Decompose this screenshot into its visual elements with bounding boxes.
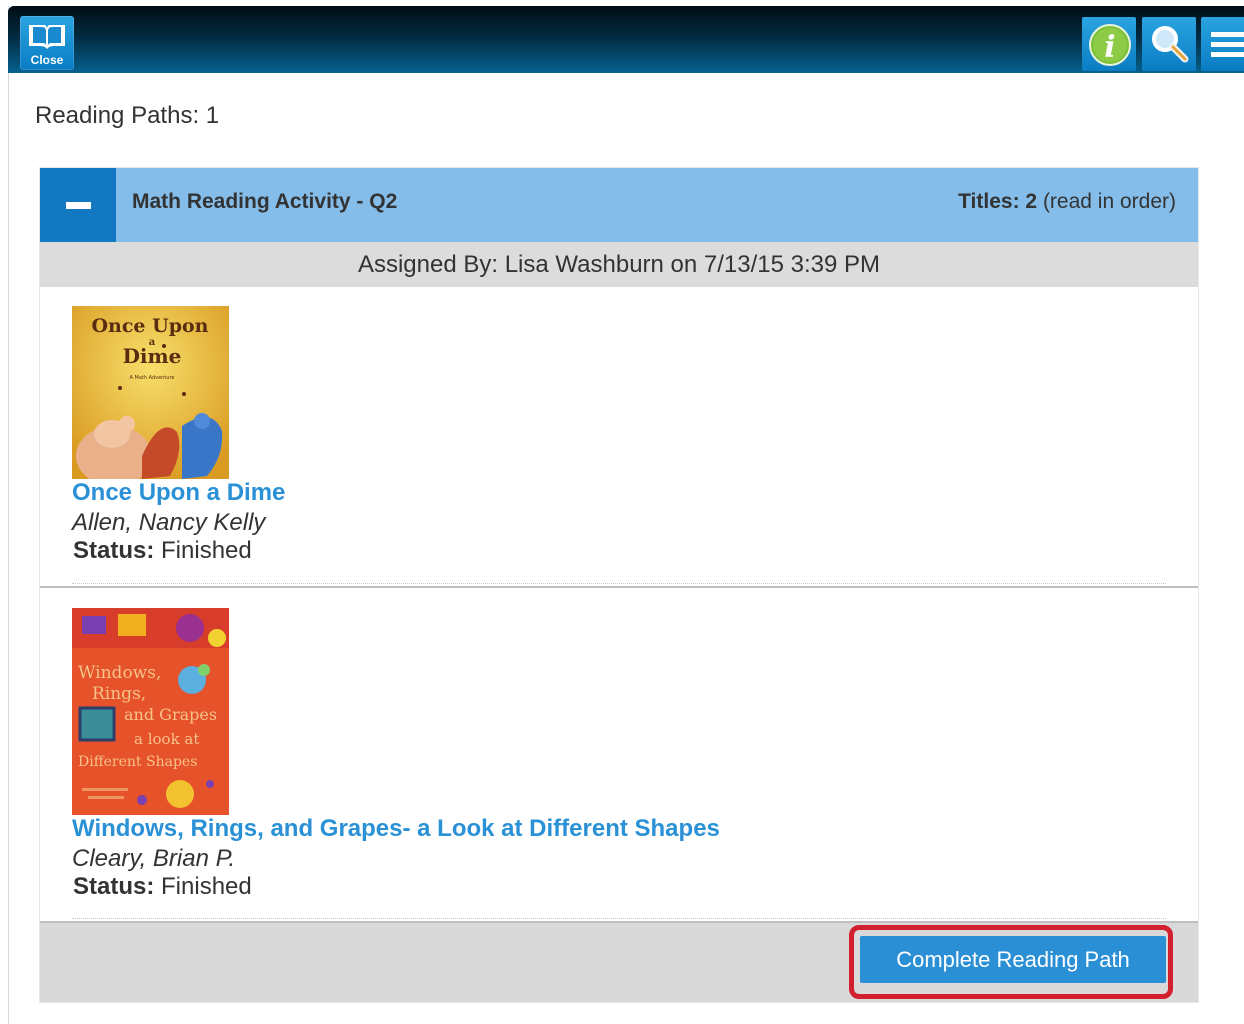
close-button[interactable]: Close bbox=[20, 16, 74, 70]
book-cover-art: Windows, Rings, and Grapes a look at Dif… bbox=[72, 608, 229, 815]
cover-line3: Dime bbox=[123, 344, 182, 368]
cover-line1: Windows, bbox=[78, 663, 161, 683]
book-close-icon bbox=[29, 25, 65, 49]
book-item: Windows, Rings, and Grapes a look at Dif… bbox=[40, 589, 1198, 924]
info-icon: i bbox=[1089, 24, 1131, 66]
status-label: Status: bbox=[73, 537, 155, 564]
book-cover[interactable]: Windows, Rings, and Grapes a look at Dif… bbox=[72, 608, 229, 815]
book-cover[interactable]: Once Upon a Dime A Math Adventure bbox=[72, 306, 229, 479]
cover-line3: and Grapes bbox=[124, 705, 217, 724]
menu-button[interactable] bbox=[1201, 17, 1244, 71]
search-icon bbox=[1152, 26, 1189, 63]
status-value: Finished bbox=[161, 873, 252, 900]
minus-icon bbox=[66, 202, 91, 209]
status-label: Status: bbox=[73, 873, 155, 900]
reading-path-header: Math Reading Activity - Q2 Titles: 2 (re… bbox=[40, 168, 1198, 242]
assigned-by: Assigned By: Lisa Washburn on 7/13/15 3:… bbox=[40, 242, 1198, 287]
cover-line5: Different Shapes bbox=[78, 754, 197, 770]
top-toolbar: Close i bbox=[8, 6, 1244, 73]
divider bbox=[40, 583, 1198, 588]
book-author: Cleary, Brian P. bbox=[72, 845, 236, 872]
book-status: Status: Finished bbox=[73, 873, 252, 901]
reading-path-footer: Complete Reading Path bbox=[40, 923, 1198, 1002]
book-title-link[interactable]: Windows, Rings, and Grapes- a Look at Di… bbox=[72, 815, 720, 843]
svg-text:i: i bbox=[1104, 30, 1115, 65]
reading-path-panel: Math Reading Activity - Q2 Titles: 2 (re… bbox=[40, 168, 1198, 1002]
reading-paths-count: Reading Paths: 1 bbox=[35, 102, 220, 129]
order-note: (read in order) bbox=[1042, 190, 1176, 213]
close-label: Close bbox=[30, 53, 64, 67]
book-cover-art: Once Upon a Dime A Math Adventure bbox=[72, 306, 229, 479]
status-value: Finished bbox=[161, 537, 252, 564]
book-author: Allen, Nancy Kelly bbox=[72, 509, 266, 536]
book-status: Status: Finished bbox=[73, 537, 252, 565]
cover-line2: Rings, bbox=[92, 684, 146, 704]
info-button[interactable]: i bbox=[1082, 17, 1136, 71]
book-item: Once Upon a Dime A Math Adventure Once U… bbox=[40, 287, 1198, 587]
menu-icon bbox=[1211, 32, 1244, 57]
book-title-link[interactable]: Once Upon a Dime bbox=[72, 479, 285, 507]
cover-subtitle: A Math Adventure bbox=[130, 375, 175, 381]
cover-line1: Once Upon bbox=[92, 315, 209, 337]
collapse-button[interactable] bbox=[40, 168, 116, 242]
titles-label: Titles: 2 bbox=[958, 190, 1038, 213]
titles-count: Titles: 2 (read in order) bbox=[958, 190, 1176, 214]
cover-line4: a look at bbox=[134, 730, 199, 748]
reading-path-title: Math Reading Activity - Q2 bbox=[132, 190, 398, 213]
search-button[interactable] bbox=[1142, 17, 1196, 71]
complete-reading-path-button[interactable]: Complete Reading Path bbox=[860, 936, 1166, 983]
